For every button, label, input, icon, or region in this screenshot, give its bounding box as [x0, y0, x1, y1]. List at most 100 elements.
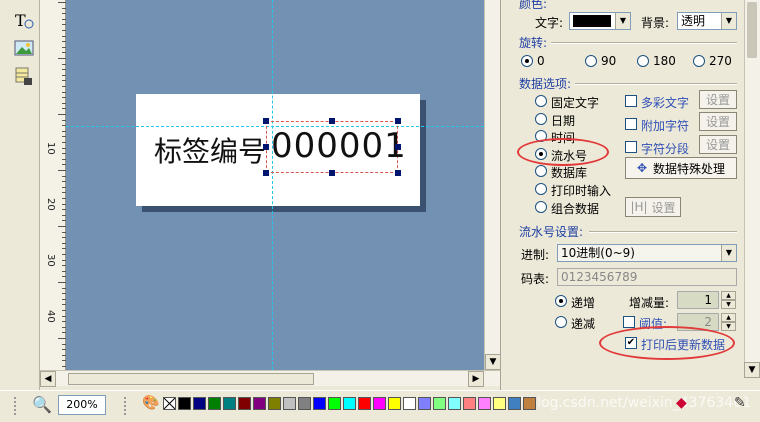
color-swatch[interactable] — [403, 397, 416, 410]
option-fixed-text-radio[interactable] — [535, 95, 547, 107]
color-swatch[interactable] — [478, 397, 491, 410]
color-swatch[interactable] — [328, 397, 341, 410]
data-options-section-title: 数据选项: — [519, 77, 572, 91]
color-swatch[interactable] — [268, 397, 281, 410]
color-swatch[interactable] — [388, 397, 401, 410]
increment-radio[interactable] — [555, 295, 567, 307]
color-swatch[interactable] — [343, 397, 356, 410]
color-swatch[interactable] — [283, 397, 296, 410]
multicolor-text-checkbox[interactable] — [625, 95, 637, 107]
scroll-down-icon[interactable]: ▼ — [744, 362, 760, 378]
option-print-input-radio[interactable] — [535, 183, 547, 195]
color-swatch[interactable] — [253, 397, 266, 410]
ruler-tick — [58, 170, 66, 171]
append-settings-button[interactable]: 设置 — [699, 112, 737, 131]
rotate-90-radio[interactable] — [585, 55, 597, 67]
color-swatch[interactable] — [463, 397, 476, 410]
text-tool-icon[interactable]: T — [12, 8, 36, 32]
horizontal-scroll-thumb[interactable] — [68, 373, 314, 385]
scroll-left-icon[interactable]: ◀ — [40, 371, 56, 387]
option-combined-radio[interactable] — [535, 201, 547, 213]
decrement-radio[interactable] — [555, 316, 567, 328]
color-swatch[interactable] — [508, 397, 521, 410]
threshold-checkbox[interactable] — [623, 316, 635, 328]
panel-scrollbar[interactable]: ▼ — [744, 0, 760, 378]
database-tool-icon[interactable] — [12, 64, 36, 88]
color-swatch[interactable] — [523, 397, 536, 410]
panel-scroll-thumb[interactable] — [747, 2, 757, 58]
rotate-0-radio[interactable] — [521, 55, 533, 67]
resize-handle[interactable] — [263, 118, 269, 124]
resize-handle[interactable] — [329, 118, 335, 124]
color-swatch[interactable] — [298, 397, 311, 410]
scroll-down-icon[interactable]: ▼ — [485, 354, 501, 370]
segment-chars-checkbox[interactable] — [625, 141, 637, 153]
resize-handle[interactable] — [395, 118, 401, 124]
color-swatch[interactable] — [448, 397, 461, 410]
color-swatch[interactable] — [208, 397, 221, 410]
step-input[interactable]: 1 — [677, 291, 719, 309]
data-special-button[interactable]: ✥ 数据特殊处理 — [625, 157, 737, 179]
rotate-270-radio[interactable] — [693, 55, 705, 67]
resize-handle[interactable] — [263, 170, 269, 176]
color-swatch[interactable] — [373, 397, 386, 410]
palette-icon[interactable]: 🎨 — [142, 395, 159, 411]
color-swatch[interactable] — [193, 397, 206, 410]
step-up-icon[interactable]: ▲ — [721, 291, 736, 300]
rotate-90-label: 90 — [601, 54, 617, 68]
option-date-radio[interactable] — [535, 113, 547, 125]
pen-icon[interactable]: ✎ — [734, 395, 746, 411]
no-color-swatch[interactable] — [163, 397, 176, 410]
chevron-down-icon: ▼ — [721, 13, 736, 29]
option-database-radio[interactable] — [535, 165, 547, 177]
base-value: 10进制(0~9) — [561, 246, 635, 260]
step-down-icon[interactable]: ▼ — [721, 300, 736, 309]
multicolor-settings-button[interactable]: 设置 — [699, 90, 737, 109]
image-tool-icon[interactable] — [12, 36, 36, 60]
threshold-down-icon[interactable]: ▼ — [721, 322, 736, 331]
threshold-up-icon[interactable]: ▲ — [721, 313, 736, 322]
color-swatch[interactable] — [433, 397, 446, 410]
rotate-180-radio[interactable] — [637, 55, 649, 67]
serial-number-text[interactable]: 000001 — [271, 126, 407, 166]
color-swatch[interactable] — [418, 397, 431, 410]
design-canvas[interactable]: 标签编号 000001 — [66, 0, 484, 370]
resize-handle[interactable] — [395, 170, 401, 176]
color-swatch[interactable] — [358, 397, 371, 410]
color-swatch[interactable] — [493, 397, 506, 410]
color-swatch[interactable] — [313, 397, 326, 410]
option-date-label: 日期 — [551, 114, 576, 128]
zoom-icon[interactable]: 🔍 — [32, 395, 52, 414]
step-label: 增减量: — [629, 296, 670, 310]
resize-handle[interactable] — [329, 170, 335, 176]
fill-icon[interactable]: ◆ — [676, 395, 687, 411]
color-swatch[interactable] — [223, 397, 236, 410]
resize-handle[interactable] — [395, 144, 401, 150]
code-table-input[interactable]: 0123456789 — [557, 268, 737, 286]
option-print-input-label: 打印时输入 — [551, 184, 612, 198]
properties-panel: 颜色: 文字: ▼ 背景: 透明 ▼ 旋转: 0 90 180 270 数据选项 — [500, 0, 760, 390]
option-fixed-text-label: 固定文字 — [551, 96, 600, 110]
base-label: 进制: — [521, 248, 550, 262]
ruler-tick — [58, 114, 66, 115]
ruler-tick — [58, 282, 66, 283]
append-chars-checkbox[interactable] — [625, 118, 637, 130]
segment-icon: |H| — [630, 200, 648, 214]
chevron-down-icon: ▼ — [615, 13, 630, 29]
scroll-right-icon[interactable]: ▶ — [468, 371, 484, 387]
label-text[interactable]: 标签编号 — [154, 130, 266, 170]
color-swatch[interactable] — [178, 397, 191, 410]
ruler-tick — [58, 58, 66, 59]
serial-section-title: 流水号设置: — [519, 225, 584, 239]
combined-settings-button[interactable]: |H| 设置 — [625, 197, 681, 217]
resize-handle[interactable] — [263, 144, 269, 150]
canvas-vertical-scrollbar[interactable]: ▼ — [484, 0, 501, 370]
canvas-horizontal-scrollbar[interactable]: ◀ ▶ — [40, 370, 500, 387]
background-select[interactable]: 透明 ▼ — [677, 12, 737, 30]
zoom-field[interactable]: 200% — [58, 395, 106, 415]
color-swatch[interactable] — [238, 397, 251, 410]
base-select[interactable]: 10进制(0~9) ▼ — [557, 244, 737, 262]
segment-settings-button[interactable]: 设置 — [699, 135, 737, 154]
option-database-label: 数据库 — [551, 166, 588, 180]
text-color-select[interactable]: ▼ — [569, 12, 631, 30]
